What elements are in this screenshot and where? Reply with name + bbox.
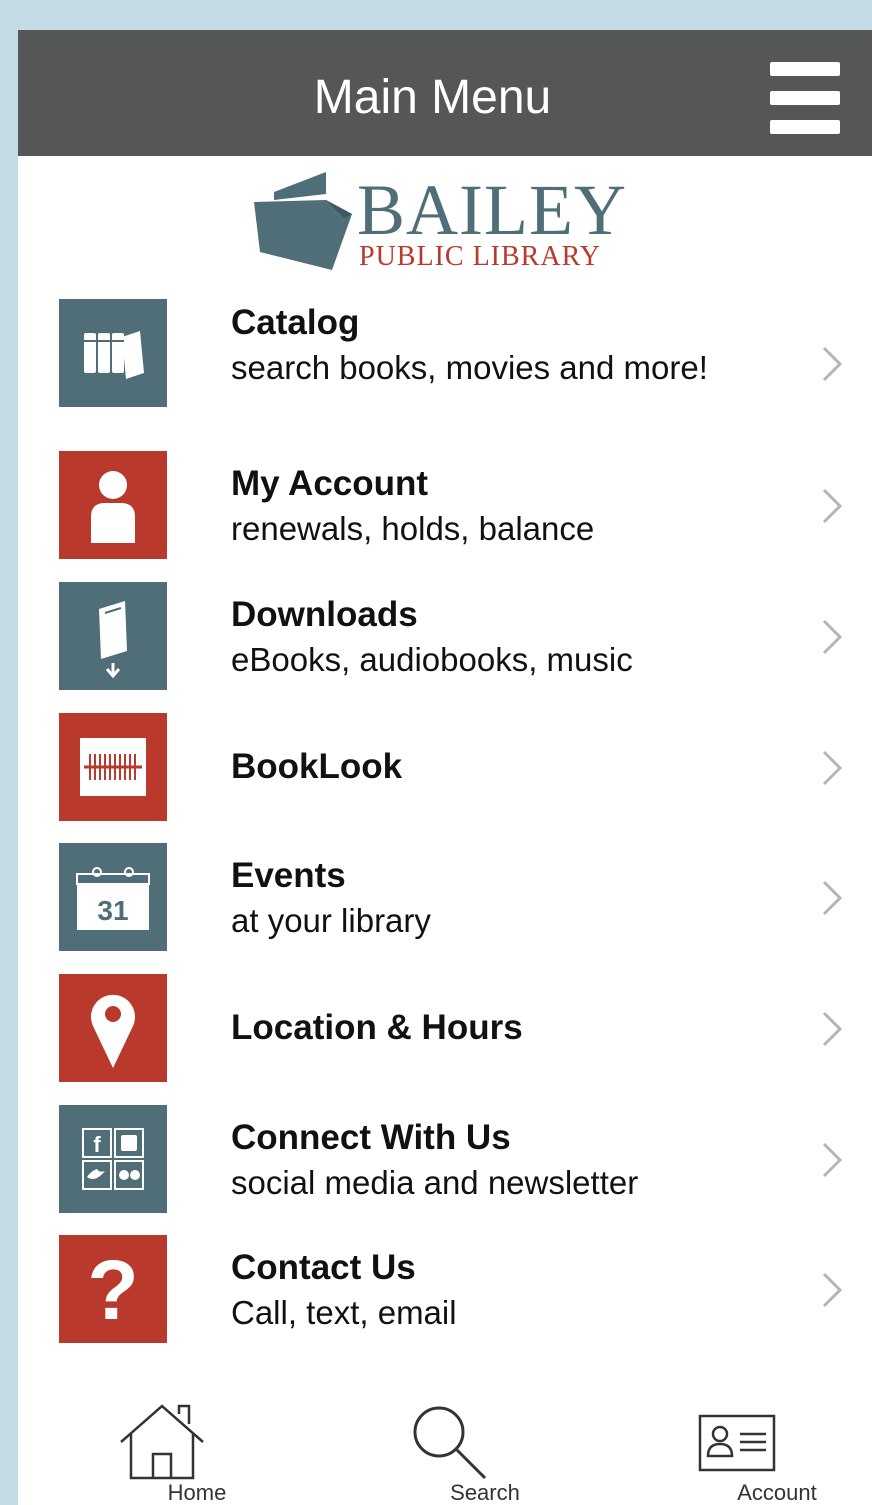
chevron-right-icon [822,1142,843,1178]
menu-item-text: Contact Us Call, text, email [231,1245,771,1335]
svg-text:?: ? [87,1247,138,1331]
tab-search[interactable]: Search [370,1400,530,1505]
menu-item-text: My Account renewals, holds, balance [231,461,771,551]
menu-item-subtitle: search books, movies and more! [231,349,708,386]
chevron-right-icon [822,750,843,786]
app-screen: Main Menu BAILEY PUBLIC LIBRARY Catalog … [18,30,872,1505]
svg-text:f: f [93,1132,101,1157]
menu-item-title: Connect With Us [231,1118,511,1157]
chevron-right-icon [822,1272,843,1308]
book-download-icon [59,582,167,690]
menu-item-subtitle: eBooks, audiobooks, music [231,641,633,678]
menu-item-contact[interactable]: ? Contact Us Call, text, email [18,1228,872,1358]
menu-item-text: Downloads eBooks, audiobooks, music [231,592,771,682]
account-card-icon [698,1414,776,1472]
menu-item-text: BookLook [231,744,771,789]
logo-name: BAILEY [357,170,627,250]
menu-item-subtitle: renewals, holds, balance [231,510,595,547]
menu-item-title: Contact Us [231,1248,416,1287]
tab-home[interactable]: Home [82,1400,242,1505]
menu-item-text: Events at your library [231,853,771,943]
menu-item-subtitle: Call, text, email [231,1294,457,1331]
chevron-right-icon [822,1011,843,1047]
library-logo: BAILEY PUBLIC LIBRARY [254,170,654,275]
bottom-tab-bar: Home Search Account [18,1400,872,1505]
person-icon [59,451,167,559]
menu-item-title: Events [231,856,346,895]
menu-item-title: Downloads [231,595,418,634]
tab-label: Account [737,1480,817,1505]
social-icon: f [59,1105,167,1213]
menu-item-title: Location & Hours [231,1008,523,1047]
menu-item-downloads[interactable]: Downloads eBooks, audiobooks, music [18,575,872,705]
menu-item-title: My Account [231,464,429,503]
chevron-right-icon [822,880,843,916]
menu-item-location-hours[interactable]: Location & Hours [18,967,872,1097]
book-logo-icon [254,172,352,270]
menu-item-my-account[interactable]: My Account renewals, holds, balance [18,444,872,574]
home-icon [120,1404,204,1480]
menu-item-catalog[interactable]: Catalog search books, movies and more! [18,292,872,422]
menu-item-booklook[interactable]: BookLook [18,706,872,836]
menu-item-text: Catalog search books, movies and more! [231,300,771,390]
chevron-right-icon [822,488,843,524]
logo-subtitle: PUBLIC LIBRARY [359,241,601,272]
menu-item-events[interactable]: 31 Events at your library [18,836,872,966]
tab-account[interactable]: Account [662,1400,822,1505]
hamburger-menu-icon[interactable] [770,62,840,134]
question-icon: ? [59,1235,167,1343]
header-bar: Main Menu [18,30,872,156]
menu-item-subtitle: at your library [231,902,431,939]
chevron-right-icon [822,619,843,655]
tab-label: Search [450,1480,520,1505]
books-icon [59,299,167,407]
map-pin-icon [59,974,167,1082]
menu-item-text: Connect With Us social media and newslet… [231,1115,771,1205]
search-icon [413,1406,487,1480]
menu-item-title: Catalog [231,303,360,342]
tab-label: Home [167,1480,227,1505]
menu-item-subtitle: social media and newsletter [231,1164,639,1201]
chevron-right-icon [822,346,843,382]
menu-item-connect[interactable]: f Connect With Us social media and newsl… [18,1098,872,1228]
menu-item-title: BookLook [231,747,403,786]
calendar-icon: 31 [59,843,167,951]
menu-item-text: Location & Hours [231,1005,771,1050]
barcode-icon [59,713,167,821]
page-title: Main Menu [313,71,552,124]
calendar-day: 31 [97,895,128,926]
